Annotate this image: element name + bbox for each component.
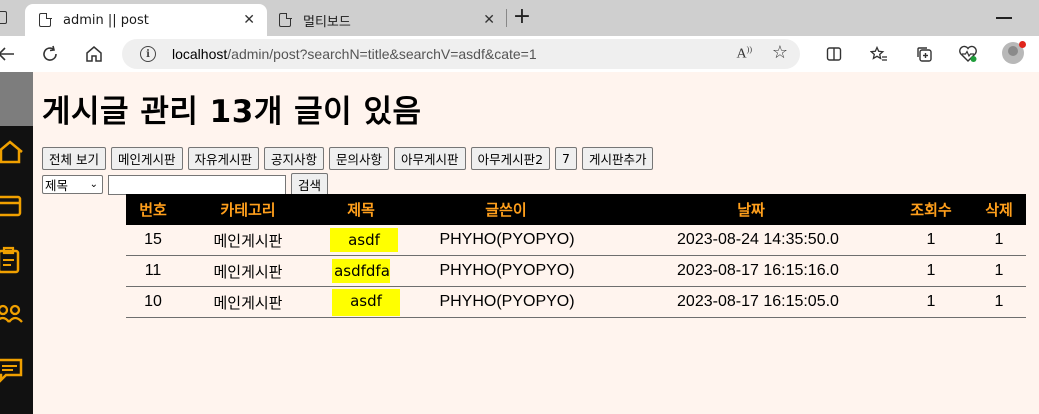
cell-date: 2023-08-17 16:15:16.0 [677,262,839,279]
tab-title: admin || post [63,12,149,28]
cell-no: 10 [144,293,162,310]
header-views: 조회수 [910,201,952,219]
tab-actions-icon[interactable] [0,11,7,24]
category-button-notice[interactable]: 공지사항 [264,147,325,170]
home-icon[interactable] [82,36,106,72]
tab-separator [506,9,507,27]
back-icon[interactable] [0,36,16,72]
cell-delete[interactable]: 1 [984,225,1014,255]
cell-writer: PHYHO(PYOPYO) [439,293,575,310]
cell-title-wrap[interactable]: asdfdfa [326,256,396,286]
cell-views: 1 [926,231,936,248]
cell-title-wrap[interactable]: asdf [326,225,402,255]
cell-title[interactable]: asdf [332,288,400,316]
tab-title: 멀티보드 [303,14,351,30]
close-tab-icon[interactable]: ✕ [243,12,255,28]
table-row[interactable]: 11 메인게시판 asdfdfa PHYHO(PYOPYO) 2023-08-1… [126,256,1026,287]
category-button-any2[interactable]: 아무게시판2 [470,147,551,170]
table-row[interactable]: 10 메인게시판 asdf PHYHO(PYOPYO) 2023-08-17 1… [126,287,1026,318]
search-button[interactable]: 검색 [291,173,329,196]
category-button-any[interactable]: 아무게시판 [394,147,466,170]
header-date: 날짜 [737,201,765,219]
header-category: 카테고리 [220,201,276,219]
browser-tab-bar: admin || post ✕ 멀티보드 ✕ + [0,0,1039,36]
chevron-down-icon: ⌄ [89,179,98,190]
cell-category: 메인게시판 [213,293,283,312]
category-button-inquiry[interactable]: 문의사항 [329,147,390,170]
window-icon[interactable] [0,192,24,220]
cell-views: 1 [926,262,936,279]
minimize-icon[interactable] [996,17,1012,19]
users-icon[interactable] [0,300,24,328]
search-field-select[interactable]: 제목 ⌄ [42,175,103,194]
cell-title[interactable]: asdfdfa [332,259,390,283]
read-aloud-icon[interactable]: A)) [737,45,752,63]
close-tab-icon[interactable]: ✕ [483,12,495,28]
site-info-icon[interactable]: i [140,46,156,62]
tab-admin-post[interactable]: admin || post ✕ [25,4,267,36]
cell-views: 1 [926,293,936,310]
address-bar[interactable]: i localhost/admin/post?searchN=title&sea… [122,39,800,69]
category-button-row: 전체 보기 메인게시판 자유게시판 공지사항 문의사항 아무게시판 아무게시판2… [42,147,658,170]
cell-title-wrap[interactable]: asdf [326,287,406,317]
cell-delete[interactable]: 1 [984,287,1014,317]
category-button-all[interactable]: 전체 보기 [42,147,106,170]
notification-dot [1019,41,1026,48]
category-button-7[interactable]: 7 [555,147,577,170]
header-delete: 삭제 [985,201,1013,219]
cell-date: 2023-08-24 14:35:50.0 [677,231,839,248]
select-value: 제목 [45,178,69,193]
admin-sidebar [0,72,33,414]
plus-icon[interactable]: + [512,4,532,29]
table-row[interactable]: 15 메인게시판 asdf PHYHO(PYOPYO) 2023-08-24 1… [126,225,1026,256]
page-title: 게시글 관리 13개 글이 있음 [42,94,422,130]
table-header: 번호 카테고리 제목 글쓴이 날짜 조회수 삭제 [126,194,1026,225]
tab-multiboard[interactable]: 멀티보드 ✕ [267,4,505,36]
browser-essentials-icon[interactable] [956,36,980,72]
split-screen-icon[interactable] [822,36,846,72]
favorite-star-icon[interactable]: ☆ [772,42,788,63]
url-path: /admin/post?searchN=title&searchV=asdf&c… [227,46,537,62]
add-board-button[interactable]: 게시판추가 [581,147,654,170]
category-button-main[interactable]: 메인게시판 [110,147,183,170]
message-icon[interactable] [0,355,24,383]
reload-icon[interactable] [38,36,62,72]
header-no: 번호 [139,201,167,219]
page-icon [39,12,52,27]
sidebar-top-block [0,72,33,126]
header-writer: 글쓴이 [485,201,527,219]
search-input[interactable] [108,174,286,195]
url-text: localhost/admin/post?searchN=title&searc… [172,46,537,62]
clipboard-icon[interactable] [0,246,24,274]
search-row: 제목 ⌄ 검색 [42,173,329,196]
cell-category: 메인게시판 [213,262,283,281]
cell-writer: PHYHO(PYOPYO) [439,262,575,279]
category-button-free[interactable]: 자유게시판 [187,147,260,170]
url-host: localhost [172,46,228,62]
post-table: 번호 카테고리 제목 글쓴이 날짜 조회수 삭제 15 메인게시판 asdf P… [126,194,1026,318]
browser-toolbar: i localhost/admin/post?searchN=title&sea… [0,36,1039,72]
header-title: 제목 [347,201,375,219]
cell-no: 15 [144,231,162,248]
cell-writer: PHYHO(PYOPYO) [439,231,575,248]
cell-date: 2023-08-17 16:15:05.0 [677,293,839,310]
cell-category: 메인게시판 [213,231,283,250]
home-icon[interactable] [0,138,24,166]
collections-icon[interactable] [912,36,936,72]
favorites-icon[interactable] [867,36,891,72]
cell-no: 11 [144,262,162,279]
page-icon [279,12,292,27]
cell-title[interactable]: asdf [330,228,398,252]
cell-delete[interactable]: 1 [984,256,1014,286]
